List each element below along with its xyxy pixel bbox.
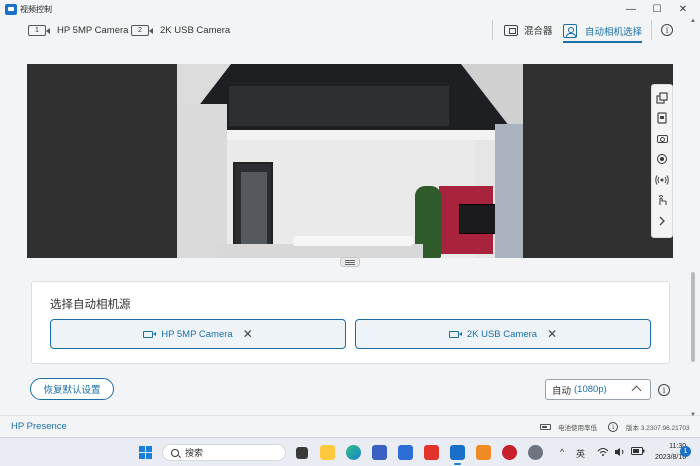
tab-mixer-label: 混合器 (524, 26, 553, 37)
chevron-up-icon[interactable]: ^ (560, 447, 564, 457)
camera-feed-image (177, 64, 523, 258)
info-icon[interactable]: i (661, 24, 673, 36)
minimize-button[interactable]: — (618, 0, 644, 18)
window-title: 视频控制 (20, 4, 52, 14)
maximize-button[interactable]: ☐ (644, 0, 670, 18)
grip-icon (345, 261, 355, 263)
wifi-icon[interactable] (597, 447, 609, 459)
tab-camera-2[interactable]: 2 2K USB Camera (131, 22, 230, 38)
touch-icon[interactable] (654, 193, 670, 209)
taskbar-search[interactable]: 搜索 (162, 444, 286, 461)
snapshot-icon[interactable] (654, 111, 670, 127)
resolution-info-icon[interactable]: i (658, 384, 670, 396)
search-icon (171, 448, 179, 457)
tab-camera-2-label: 2K USB Camera (160, 24, 231, 36)
tab-auto-camera-select[interactable]: 自动相机选择 (563, 21, 643, 43)
resolution-select[interactable]: 自动 (1080p) (545, 379, 651, 400)
record-icon[interactable] (654, 152, 670, 168)
tab-mixer[interactable]: 混合器 (504, 21, 553, 39)
preview-side-toolbar (651, 84, 673, 238)
auto-camera-source-panel: 选择自动相机源 HP 5MP Camera ✕ 2K USB Camera ✕ (31, 281, 670, 364)
video-preview (27, 64, 673, 258)
recorder-icon[interactable] (502, 445, 517, 460)
chevron-up-icon (631, 385, 642, 396)
scroll-down-icon[interactable]: ▼ (690, 412, 696, 418)
volume-icon[interactable] (614, 447, 626, 459)
pip-icon[interactable] (654, 90, 670, 106)
source-label: HP 5MP Camera (161, 328, 233, 340)
camera-icon[interactable] (654, 131, 670, 147)
media-player-icon[interactable] (476, 445, 491, 460)
title-bar: 视频控制 — ☐ ✕ (0, 0, 700, 18)
footer-info-icon[interactable]: i (608, 422, 618, 432)
battery-tray-icon[interactable] (631, 447, 645, 457)
remove-source-icon[interactable]: ✕ (243, 327, 253, 341)
tab-camera-1[interactable]: 1 HP 5MP Camera (28, 22, 128, 38)
windows-taskbar: 搜索 ^ 英 11:30 2023/8/16 1 (0, 437, 700, 466)
toolbar-divider-2 (651, 20, 652, 40)
panel-title: 选择自动相机源 (50, 299, 131, 311)
power-status-text: 电池使用率低 (558, 425, 597, 432)
edge-browser-icon[interactable] (346, 445, 361, 460)
video-control-app-icon[interactable] (450, 445, 465, 465)
store-icon[interactable] (372, 445, 387, 460)
camera-1-icon: 1 (28, 24, 50, 36)
battery-icon (540, 424, 551, 430)
person-frame-icon (563, 24, 577, 38)
brand-name: HP Presence (11, 421, 67, 432)
notification-badge[interactable]: 1 (680, 446, 691, 457)
file-explorer-icon[interactable] (320, 445, 335, 460)
status-footer: HP Presence 电池使用率低 i 版本 3.2307.96.21703 (0, 415, 700, 437)
myhp-icon[interactable] (398, 445, 413, 460)
start-button[interactable] (139, 446, 152, 459)
mixer-icon (504, 24, 518, 36)
resize-handle[interactable] (340, 257, 360, 267)
reset-defaults-button[interactable]: 恢复默认设置 (30, 378, 114, 400)
webcam-icon (448, 330, 462, 338)
tab-auto-camera-select-label: 自动相机选择 (585, 27, 643, 38)
source-button-hp-5mp[interactable]: HP 5MP Camera ✕ (50, 319, 346, 349)
settings-gear-icon[interactable] (528, 445, 543, 460)
scroll-up-icon[interactable]: ▲ (690, 18, 696, 24)
ime-indicator[interactable]: 英 (576, 447, 585, 460)
version-text: 版本 3.2307.96.21703 (626, 425, 690, 432)
close-button[interactable]: ✕ (670, 0, 696, 18)
task-view-icon[interactable] (296, 447, 308, 459)
expand-icon[interactable] (654, 213, 670, 229)
source-label: 2K USB Camera (466, 328, 538, 340)
tab-camera-1-label: HP 5MP Camera (57, 24, 129, 36)
app-logo-icon (5, 3, 17, 15)
wps-office-icon[interactable] (424, 445, 439, 460)
window-controls: — ☐ ✕ (618, 0, 696, 18)
camera-toolbar: 1 HP 5MP Camera 2 2K USB Camera 混合器 自动相机… (0, 18, 700, 44)
camera-2-icon: 2 (131, 24, 153, 36)
source-button-2k-usb[interactable]: 2K USB Camera ✕ (355, 319, 651, 349)
resolution-value: (1080p) (574, 384, 607, 395)
vertical-scrollbar[interactable]: ▲ ▼ (690, 18, 696, 418)
scroll-thumb[interactable] (691, 272, 695, 362)
toolbar-divider (492, 20, 493, 40)
webcam-icon (143, 330, 157, 338)
remove-source-icon[interactable]: ✕ (547, 327, 557, 341)
search-placeholder: 搜索 (185, 448, 204, 458)
resolution-mode: 自动 (552, 385, 572, 397)
broadcast-icon[interactable] (654, 172, 670, 188)
